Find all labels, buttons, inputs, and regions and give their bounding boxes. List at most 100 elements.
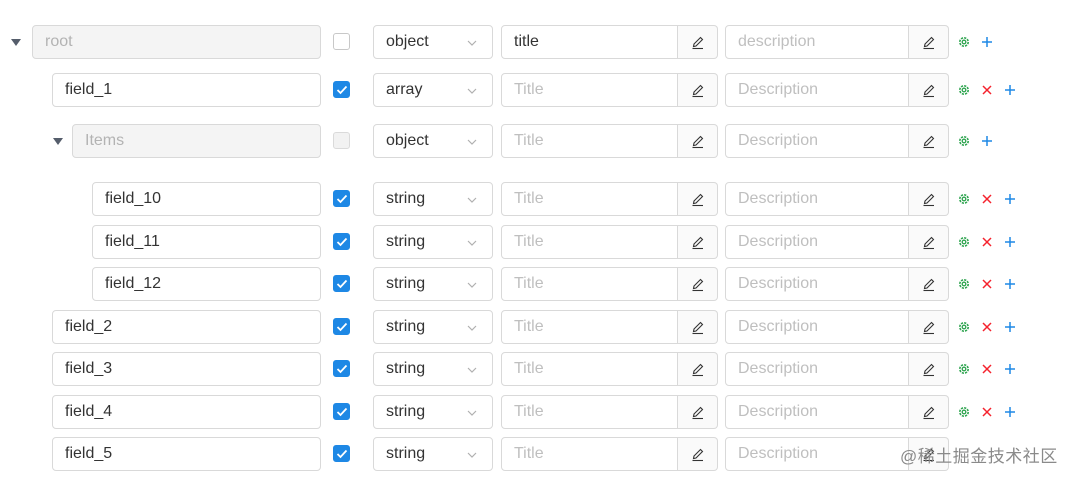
- edit-title-button[interactable]: [678, 352, 718, 386]
- plus-icon[interactable]: [979, 34, 995, 50]
- required-checkbox[interactable]: [333, 318, 350, 335]
- title-input[interactable]: Title: [501, 73, 678, 107]
- edit-description-button[interactable]: [909, 124, 949, 158]
- title-input[interactable]: Title: [501, 352, 678, 386]
- title-input[interactable]: Title: [501, 182, 678, 216]
- edit-title-button[interactable]: [678, 225, 718, 259]
- edit-title-button[interactable]: [678, 182, 718, 216]
- field-name-input[interactable]: field_2: [52, 310, 321, 344]
- edit-title-button[interactable]: [678, 124, 718, 158]
- required-checkbox[interactable]: [333, 445, 350, 462]
- edit-title-button[interactable]: [678, 310, 718, 344]
- edit-description-button[interactable]: [909, 73, 949, 107]
- edit-description-button[interactable]: [909, 225, 949, 259]
- edit-title-button[interactable]: [678, 437, 718, 471]
- type-select[interactable]: array: [373, 73, 493, 107]
- required-checkbox[interactable]: [333, 33, 350, 50]
- caret-down-icon[interactable]: [53, 138, 63, 145]
- field-name-input[interactable]: field_5: [52, 437, 321, 471]
- field-name-input[interactable]: field_3: [52, 352, 321, 386]
- plus-icon[interactable]: [1002, 234, 1018, 250]
- type-select[interactable]: string: [373, 182, 493, 216]
- required-checkbox[interactable]: [333, 190, 350, 207]
- type-select[interactable]: string: [373, 352, 493, 386]
- title-input[interactable]: Title: [501, 395, 678, 429]
- gear-icon[interactable]: [956, 276, 972, 292]
- title-input[interactable]: Title: [501, 225, 678, 259]
- schema-row-field_4: field_4 string Title Description: [0, 395, 1080, 431]
- gear-icon[interactable]: [956, 191, 972, 207]
- gear-icon[interactable]: [956, 319, 972, 335]
- type-select[interactable]: object: [373, 124, 493, 158]
- close-icon[interactable]: [979, 319, 995, 335]
- required-checkbox[interactable]: [333, 275, 350, 292]
- title-input[interactable]: Title: [501, 267, 678, 301]
- plus-icon[interactable]: [1002, 82, 1018, 98]
- chevron-down-icon: [467, 367, 477, 373]
- field-name-input[interactable]: field_1: [52, 73, 321, 107]
- pencil-icon: [692, 36, 704, 50]
- type-select[interactable]: string: [373, 310, 493, 344]
- edit-description-button[interactable]: [909, 310, 949, 344]
- type-select[interactable]: string: [373, 437, 493, 471]
- field-name-input[interactable]: field_4: [52, 395, 321, 429]
- description-input[interactable]: Description: [725, 124, 909, 158]
- gear-icon[interactable]: [956, 361, 972, 377]
- type-select[interactable]: string: [373, 225, 493, 259]
- close-icon[interactable]: [979, 276, 995, 292]
- type-select[interactable]: string: [373, 395, 493, 429]
- required-checkbox[interactable]: [333, 360, 350, 377]
- close-icon[interactable]: [979, 234, 995, 250]
- chevron-down-icon: [467, 197, 477, 203]
- gear-icon[interactable]: [956, 82, 972, 98]
- close-icon[interactable]: [979, 82, 995, 98]
- field-name-input[interactable]: field_11: [92, 225, 321, 259]
- description-input[interactable]: Description: [725, 182, 909, 216]
- type-select[interactable]: object: [373, 25, 493, 59]
- edit-title-button[interactable]: [678, 395, 718, 429]
- description-input[interactable]: description: [725, 25, 909, 59]
- edit-title-button[interactable]: [678, 25, 718, 59]
- gear-icon[interactable]: [956, 404, 972, 420]
- plus-icon[interactable]: [1002, 191, 1018, 207]
- pencil-icon: [692, 363, 704, 377]
- required-checkbox[interactable]: [333, 81, 350, 98]
- close-icon[interactable]: [979, 361, 995, 377]
- description-input[interactable]: Description: [725, 225, 909, 259]
- edit-description-button[interactable]: [909, 395, 949, 429]
- field-name-input[interactable]: field_10: [92, 182, 321, 216]
- close-icon[interactable]: [979, 404, 995, 420]
- edit-description-button[interactable]: [909, 25, 949, 59]
- title-input[interactable]: Title: [501, 310, 678, 344]
- title-input[interactable]: Title: [501, 124, 678, 158]
- title-input[interactable]: Title: [501, 437, 678, 471]
- edit-title-button[interactable]: [678, 73, 718, 107]
- plus-icon[interactable]: [1002, 404, 1018, 420]
- title-input[interactable]: title: [501, 25, 678, 59]
- plus-icon[interactable]: [979, 133, 995, 149]
- field-name-input[interactable]: field_12: [92, 267, 321, 301]
- gear-icon[interactable]: [956, 133, 972, 149]
- type-select-value: string: [386, 233, 426, 250]
- required-checkbox[interactable]: [333, 233, 350, 250]
- gear-icon[interactable]: [956, 34, 972, 50]
- description-input[interactable]: Description: [725, 395, 909, 429]
- description-input[interactable]: Description: [725, 437, 909, 471]
- description-input[interactable]: Description: [725, 352, 909, 386]
- caret-down-icon[interactable]: [11, 39, 21, 46]
- edit-description-button[interactable]: [909, 267, 949, 301]
- edit-description-button[interactable]: [909, 352, 949, 386]
- plus-icon[interactable]: [1002, 319, 1018, 335]
- plus-icon[interactable]: [1002, 361, 1018, 377]
- description-input[interactable]: Description: [725, 267, 909, 301]
- close-icon[interactable]: [979, 191, 995, 207]
- description-input[interactable]: Description: [725, 310, 909, 344]
- schema-row-field_10: field_10 string Title Description: [0, 182, 1080, 218]
- required-checkbox[interactable]: [333, 403, 350, 420]
- edit-title-button[interactable]: [678, 267, 718, 301]
- plus-icon[interactable]: [1002, 276, 1018, 292]
- description-input[interactable]: Description: [725, 73, 909, 107]
- gear-icon[interactable]: [956, 234, 972, 250]
- type-select[interactable]: string: [373, 267, 493, 301]
- edit-description-button[interactable]: [909, 182, 949, 216]
